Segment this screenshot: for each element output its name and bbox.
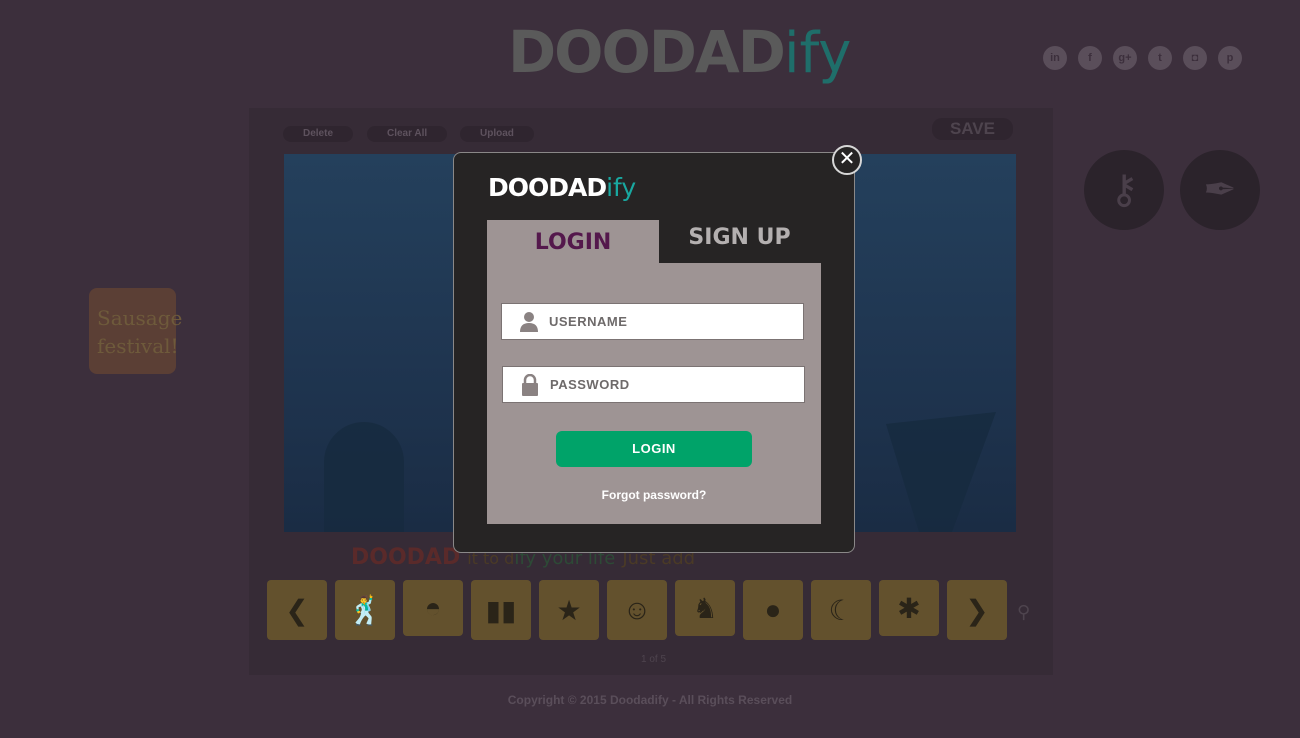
linkedin-icon[interactable]: in: [1043, 46, 1067, 70]
dancer-icon: 🕺: [347, 594, 383, 626]
copyright-text: Copyright © 2015 Doodadify - All Rights …: [507, 693, 793, 707]
alien-icon: ☺: [622, 594, 652, 625]
username-field[interactable]: [501, 303, 804, 340]
clear-all-button[interactable]: Clear All: [367, 126, 448, 142]
user-icon: [520, 311, 538, 332]
logo-suffix: ify: [783, 21, 852, 86]
banana-icon: ☾: [828, 594, 854, 626]
login-button[interactable]: LOGIN: [556, 431, 752, 467]
instagram-icon[interactable]: ◘: [1183, 46, 1207, 70]
logo-main: DOODAD: [508, 18, 786, 86]
carousel-prev-button[interactable]: ❮: [267, 580, 327, 640]
password-field[interactable]: [502, 366, 805, 403]
sticker-pug[interactable]: ●: [743, 580, 803, 640]
ufo-icon: ◓: [424, 592, 442, 623]
sticker-alien[interactable]: ☺: [607, 580, 667, 640]
upload-button[interactable]: Upload: [460, 126, 534, 142]
key-icon: ⚷: [1109, 168, 1139, 212]
tagline-part1: DOODAD: [351, 545, 461, 570]
delete-button[interactable]: Delete: [283, 126, 354, 142]
whale-shape-left: [324, 422, 404, 532]
pen-tool-button[interactable]: ✒: [1180, 150, 1260, 230]
whale-tail-right: [886, 412, 996, 532]
chevron-left-icon: ❮: [285, 594, 309, 626]
site-logo[interactable]: DOODADify: [508, 18, 851, 86]
password-input[interactable]: [550, 377, 804, 392]
key-tool-button[interactable]: ⚷: [1084, 150, 1164, 230]
twitter-icon[interactable]: t: [1148, 46, 1172, 70]
pug-icon: ●: [764, 594, 782, 625]
sticker-bottles[interactable]: ▮▮: [471, 580, 531, 640]
login-panel: LOGIN Forgot password?: [487, 263, 821, 524]
modal-logo: DOODADify: [488, 173, 636, 202]
google-plus-icon[interactable]: g+: [1113, 46, 1137, 70]
facebook-icon[interactable]: f: [1078, 46, 1102, 70]
tab-login[interactable]: LOGIN: [487, 220, 659, 264]
tab-signup[interactable]: SIGN UP: [659, 220, 820, 262]
modal-logo-suffix: ify: [606, 173, 637, 202]
sticker-star[interactable]: ★: [539, 580, 599, 640]
sticker-cat[interactable]: ✱: [879, 580, 939, 636]
pinterest-icon[interactable]: p: [1218, 46, 1242, 70]
sticky-note[interactable]: Sausage festival!: [89, 288, 182, 374]
carousel-next-button[interactable]: ❯: [947, 580, 1007, 640]
save-button[interactable]: SAVE: [931, 118, 1013, 140]
social-links: in f g+ t ◘ p: [1043, 46, 1242, 70]
lock-icon: [522, 373, 538, 396]
close-icon[interactable]: ✕: [832, 145, 862, 175]
pen-icon: ✒: [1203, 168, 1237, 212]
sticker-horse[interactable]: ♞: [675, 580, 735, 636]
chevron-right-icon: ❯: [965, 594, 989, 626]
star-icon: ★: [556, 594, 582, 626]
sticker-dancer[interactable]: 🕺: [335, 580, 395, 640]
sticker-banana[interactable]: ☾: [811, 580, 871, 640]
horse-icon: ♞: [692, 592, 718, 624]
bottles-icon: ▮▮: [485, 594, 517, 626]
login-modal: DOODADify ✕ LOGIN SIGN UP LOGIN Forgot p…: [453, 145, 862, 553]
search-icon[interactable]: ⚲: [1017, 602, 1030, 623]
sticker-carousel: ❮ 🕺 ◓ ▮▮ ★ ☺ ♞ ● ☾ ✱ ❯: [267, 580, 1007, 640]
cat-icon: ✱: [897, 592, 921, 624]
modal-logo-main: DOODAD: [488, 173, 607, 202]
username-input[interactable]: [549, 314, 803, 329]
sticker-ufo[interactable]: ◓: [403, 580, 463, 636]
page-indicator: 1 of 5: [641, 654, 667, 665]
forgot-password-link[interactable]: Forgot password?: [487, 488, 821, 502]
